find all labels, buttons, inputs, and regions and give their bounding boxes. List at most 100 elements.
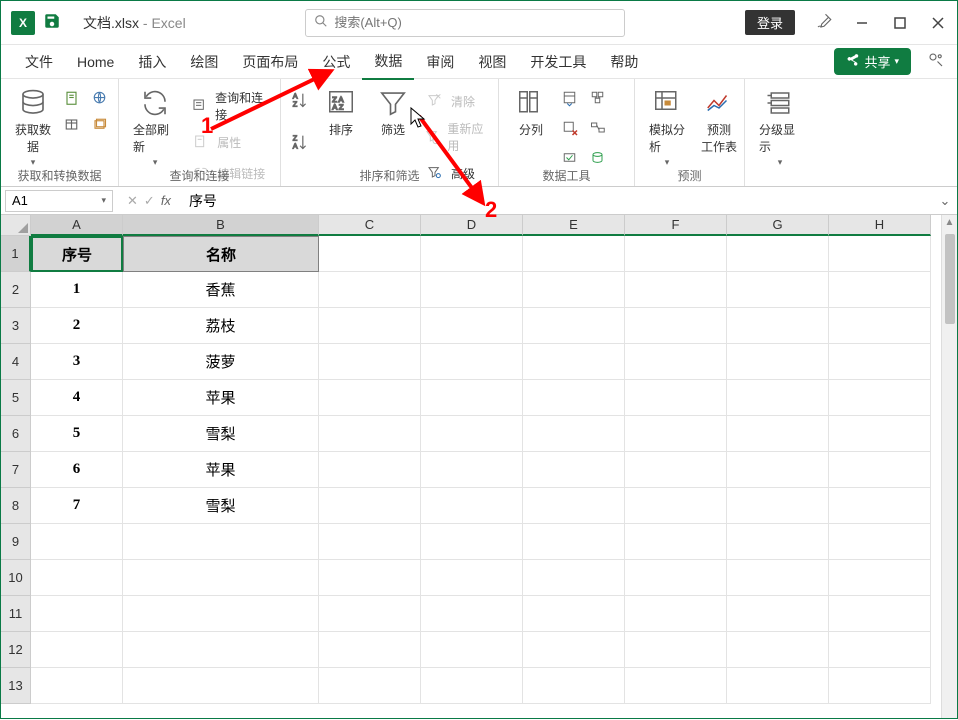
- cell[interactable]: [625, 236, 727, 272]
- cell[interactable]: [727, 488, 829, 524]
- cell[interactable]: [421, 416, 523, 452]
- save-icon[interactable]: [43, 12, 61, 33]
- cell[interactable]: [421, 236, 523, 272]
- cell[interactable]: [319, 272, 421, 308]
- cell[interactable]: [319, 560, 421, 596]
- cell[interactable]: [727, 452, 829, 488]
- remove-duplicates-icon[interactable]: [559, 117, 583, 141]
- cell[interactable]: [625, 380, 727, 416]
- cell[interactable]: [421, 272, 523, 308]
- tab-help[interactable]: 帮助: [598, 45, 650, 79]
- row-header[interactable]: 1: [1, 236, 31, 272]
- recent-sources-icon[interactable]: [89, 114, 113, 138]
- cell[interactable]: [625, 452, 727, 488]
- column-header[interactable]: E: [523, 215, 625, 236]
- tab-formulas[interactable]: 公式: [310, 45, 362, 79]
- cell[interactable]: [421, 560, 523, 596]
- fx-icon[interactable]: fx: [161, 193, 171, 208]
- tab-pagelayout[interactable]: 页面布局: [230, 45, 310, 79]
- cell[interactable]: [829, 416, 931, 452]
- cell[interactable]: [829, 560, 931, 596]
- from-web-icon[interactable]: [89, 87, 113, 111]
- tab-developer[interactable]: 开发工具: [518, 45, 598, 79]
- row-header[interactable]: 2: [1, 272, 31, 308]
- cell[interactable]: [829, 632, 931, 668]
- cell[interactable]: [625, 308, 727, 344]
- cell[interactable]: [523, 380, 625, 416]
- cell[interactable]: [625, 344, 727, 380]
- cell[interactable]: [319, 632, 421, 668]
- cell[interactable]: [523, 236, 625, 272]
- cell[interactable]: [421, 596, 523, 632]
- scroll-up-icon[interactable]: ▲: [945, 217, 955, 228]
- row-header[interactable]: 6: [1, 416, 31, 452]
- column-header[interactable]: F: [625, 215, 727, 236]
- cell[interactable]: [727, 380, 829, 416]
- cell[interactable]: [421, 668, 523, 704]
- row-header[interactable]: 12: [1, 632, 31, 668]
- relationships-icon[interactable]: [587, 117, 611, 141]
- cell[interactable]: [829, 308, 931, 344]
- sort-button[interactable]: Z AA Z 排序: [317, 83, 365, 142]
- cell[interactable]: [727, 632, 829, 668]
- cell[interactable]: 5: [31, 416, 123, 452]
- cell[interactable]: [625, 488, 727, 524]
- cell[interactable]: [523, 308, 625, 344]
- cell[interactable]: [319, 344, 421, 380]
- flash-fill-icon[interactable]: [559, 87, 583, 111]
- cell[interactable]: [523, 560, 625, 596]
- cell[interactable]: [727, 344, 829, 380]
- vertical-scrollbar[interactable]: ▲: [941, 215, 957, 718]
- cell[interactable]: [31, 560, 123, 596]
- cell[interactable]: 序号: [31, 236, 123, 272]
- column-header[interactable]: A: [31, 215, 123, 236]
- cell[interactable]: [523, 596, 625, 632]
- cell[interactable]: [727, 524, 829, 560]
- cell[interactable]: [523, 452, 625, 488]
- row-header[interactable]: 11: [1, 596, 31, 632]
- column-header[interactable]: H: [829, 215, 931, 236]
- cell[interactable]: [829, 236, 931, 272]
- tab-file[interactable]: 文件: [13, 45, 65, 79]
- cell[interactable]: [829, 344, 931, 380]
- cell[interactable]: [123, 560, 319, 596]
- tab-view[interactable]: 视图: [466, 45, 518, 79]
- cell[interactable]: [625, 632, 727, 668]
- cell[interactable]: [319, 308, 421, 344]
- name-box[interactable]: A1 ▾: [5, 190, 113, 212]
- cell[interactable]: 4: [31, 380, 123, 416]
- maximize-button[interactable]: [891, 14, 909, 32]
- cell[interactable]: 3: [31, 344, 123, 380]
- cell[interactable]: 名称: [123, 236, 319, 272]
- cell[interactable]: [523, 272, 625, 308]
- tab-data[interactable]: 数据: [362, 44, 414, 80]
- brush-icon[interactable]: [815, 12, 833, 33]
- get-data-button[interactable]: 获取数 据 ▾: [9, 83, 57, 172]
- cell[interactable]: [829, 596, 931, 632]
- cell[interactable]: [523, 668, 625, 704]
- cell[interactable]: [319, 488, 421, 524]
- share-button[interactable]: 共享 ▾: [834, 48, 911, 75]
- cell[interactable]: [727, 596, 829, 632]
- cell[interactable]: 苹果: [123, 452, 319, 488]
- select-all-button[interactable]: [1, 215, 31, 236]
- cell[interactable]: 6: [31, 452, 123, 488]
- queries-button[interactable]: 查询和连接: [187, 87, 272, 125]
- cell[interactable]: 雪梨: [123, 416, 319, 452]
- cell[interactable]: [523, 524, 625, 560]
- cell[interactable]: [727, 236, 829, 272]
- row-header[interactable]: 9: [1, 524, 31, 560]
- row-header[interactable]: 13: [1, 668, 31, 704]
- minimize-button[interactable]: [853, 14, 871, 32]
- column-header[interactable]: B: [123, 215, 319, 236]
- cell[interactable]: [421, 488, 523, 524]
- sort-asc-button[interactable]: AZ: [289, 89, 313, 113]
- cell[interactable]: [421, 524, 523, 560]
- tab-home[interactable]: Home: [65, 47, 126, 77]
- search-input[interactable]: [334, 15, 616, 30]
- cell[interactable]: [829, 272, 931, 308]
- search-box[interactable]: [305, 9, 625, 37]
- cell[interactable]: [123, 596, 319, 632]
- formula-expand-button[interactable]: ⌄: [933, 193, 957, 209]
- spreadsheet-grid[interactable]: ABCDEFGH1序号名称21香蕉32荔枝43菠萝54苹果65雪梨76苹果87雪…: [1, 215, 941, 718]
